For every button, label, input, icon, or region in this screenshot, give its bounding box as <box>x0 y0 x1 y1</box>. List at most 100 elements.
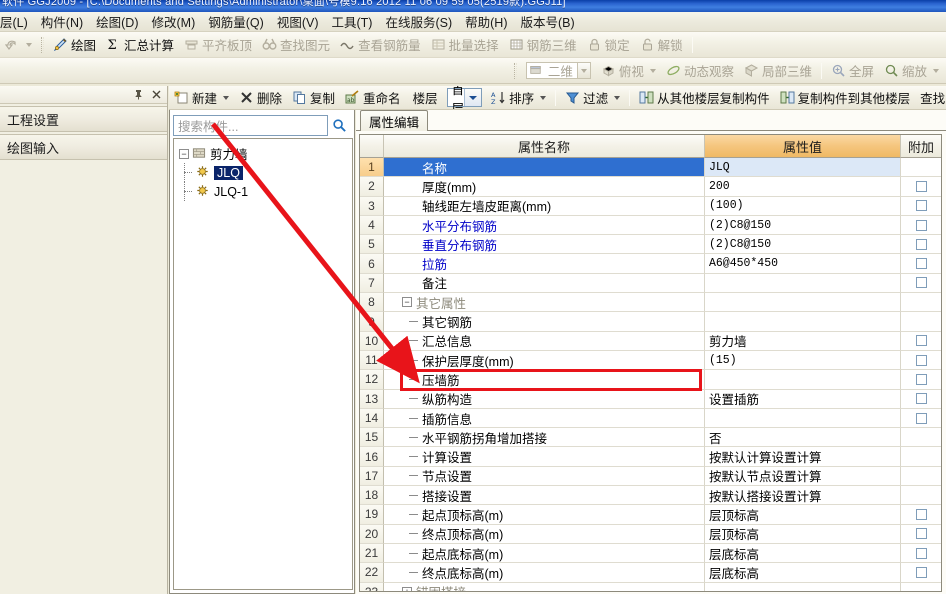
search-input[interactable]: 搜索构件... <box>173 114 328 136</box>
menu-item-2[interactable]: 绘图(D) <box>90 12 145 31</box>
property-row[interactable]: 11 保护层厚度(mm) (15) <box>360 350 941 371</box>
property-row-name-cell[interactable]: 其它钢筋 <box>384 312 705 332</box>
property-row[interactable]: 8− 其它属性 <box>360 293 941 313</box>
menu-item-1[interactable]: 构件(N) <box>35 12 90 31</box>
property-row-name-cell[interactable]: 计算设置 <box>384 447 705 467</box>
property-row-value-cell[interactable]: (2)C8@150 <box>705 235 901 255</box>
property-row-value-cell[interactable]: JLQ <box>705 158 901 178</box>
property-row-value-cell[interactable]: 200 <box>705 177 901 197</box>
property-row[interactable]: 10 汇总信息 剪力墙 <box>360 331 941 351</box>
component-new-button[interactable]: 新建 <box>169 86 234 109</box>
property-row[interactable]: 12 压墙筋 <box>360 370 941 390</box>
menu-item-5[interactable]: 视图(V) <box>271 12 326 31</box>
toolbar-item-partial-3d[interactable]: 局部三维 <box>739 59 817 82</box>
property-row[interactable]: 13 纵筋构造 设置插筋 <box>360 389 941 409</box>
toolbar-item-align-slab-top[interactable]: 平齐板顶 <box>179 33 257 56</box>
menu-item-4[interactable]: 钢筋量(Q) <box>202 12 271 31</box>
attach-checkbox[interactable] <box>915 238 927 250</box>
property-row-name-cell[interactable]: 轴线距左墙皮距离(mm) <box>384 196 705 216</box>
view-2d-dropdown-button[interactable] <box>576 63 590 78</box>
collapse-expander-icon[interactable]: − <box>402 297 412 308</box>
close-icon[interactable] <box>150 89 162 101</box>
toolbar-item-find-element[interactable]: 查找图元 <box>257 33 335 56</box>
menu-item-7[interactable]: 在线服务(S) <box>379 12 459 31</box>
property-row[interactable]: 18 搭接设置 按默认搭接设置计算 <box>360 486 941 506</box>
property-row[interactable]: 9 其它钢筋 <box>360 312 941 332</box>
attach-checkbox[interactable] <box>915 508 927 520</box>
property-row-name-cell[interactable]: − 其它属性 <box>384 293 705 313</box>
tree-expander-icon[interactable]: − <box>179 148 189 159</box>
menu-item-6[interactable]: 工具(T) <box>325 12 379 31</box>
attach-checkbox[interactable] <box>915 277 927 289</box>
pin-icon[interactable] <box>132 89 144 101</box>
left-dock-button-drawing-input[interactable]: 绘图输入 <box>0 134 167 160</box>
floor-select[interactable]: 首层 <box>446 86 483 109</box>
sort-button[interactable]: A Z 排序 <box>486 86 551 109</box>
property-row[interactable]: 7 备注 <box>360 273 941 294</box>
property-row-value-cell[interactable] <box>705 582 901 591</box>
property-row-value-cell[interactable] <box>705 312 901 332</box>
property-row[interactable]: 16 计算设置 按默认计算设置计算 <box>360 447 941 467</box>
property-row-value-cell[interactable]: 层底标高 <box>705 543 901 564</box>
toolbar-item-rebar-3d[interactable]: 钢筋三维 <box>504 33 582 56</box>
attach-checkbox[interactable] <box>915 200 927 212</box>
attach-checkbox[interactable] <box>915 219 927 231</box>
property-row-value-cell[interactable]: (15) <box>705 350 901 371</box>
view-2d-combo[interactable]: 二维 <box>525 62 591 79</box>
toolbar-item-batch-select[interactable]: 批量选择 <box>426 33 504 56</box>
property-row-value-cell[interactable]: 按默认节点设置计算 <box>705 466 901 487</box>
menu-item-8[interactable]: 帮助(H) <box>459 12 514 31</box>
property-row-value-cell[interactable]: 否 <box>705 428 901 448</box>
property-row-name-cell[interactable]: 水平分布钢筋 <box>384 215 705 236</box>
property-row[interactable]: 23 + 锚固搭接 <box>360 582 941 591</box>
property-row-value-cell[interactable]: (2)C8@150 <box>705 215 901 236</box>
property-row[interactable]: 1 名称 JLQ <box>360 158 941 178</box>
attach-checkbox[interactable] <box>915 354 927 366</box>
property-row-value-cell[interactable]: 按默认搭接设置计算 <box>705 486 901 506</box>
property-row[interactable]: 3 轴线距左墙皮距离(mm) (100) <box>360 196 941 216</box>
toolbar-item-draw[interactable]: 绘图 <box>48 33 101 56</box>
toolbar-item-dynamic-observe[interactable]: 动态观察 <box>661 59 739 82</box>
tree-node-jlq[interactable]: JLQ <box>179 163 352 182</box>
attach-checkbox[interactable] <box>915 180 927 192</box>
attach-checkbox[interactable] <box>915 335 927 347</box>
search-button[interactable] <box>328 115 350 136</box>
component-delete-button[interactable]: 删除 <box>234 86 287 109</box>
property-row-name-cell[interactable]: 终点顶标高(m) <box>384 524 705 544</box>
property-row-name-cell[interactable]: 备注 <box>384 273 705 294</box>
attach-checkbox[interactable] <box>915 528 927 540</box>
property-row[interactable]: 6 拉筋 A6@450*450 <box>360 254 941 274</box>
component-copy-button[interactable]: 复制 <box>287 86 340 109</box>
property-row[interactable]: 14 插筋信息 <box>360 408 941 429</box>
property-row-value-cell[interactable]: A6@450*450 <box>705 254 901 274</box>
property-row-value-cell[interactable]: 层底标高 <box>705 563 901 583</box>
filter-button[interactable]: 过滤 <box>560 86 625 109</box>
property-row-name-cell[interactable]: 保护层厚度(mm) <box>384 350 705 371</box>
property-row-value-cell[interactable]: 按默认计算设置计算 <box>705 447 901 467</box>
property-row-value-cell[interactable]: 剪力墙 <box>705 331 901 351</box>
view-toolbar-grip[interactable] <box>513 62 517 79</box>
property-row[interactable]: 17 节点设置 按默认节点设置计算 <box>360 466 941 487</box>
property-row[interactable]: 5 垂直分布钢筋 (2)C8@150 <box>360 235 941 255</box>
copy-to-other-floor-button[interactable]: 复制构件到其他楼层 <box>775 86 916 109</box>
property-row[interactable]: 19 起点顶标高(m) 层顶标高 <box>360 505 941 525</box>
property-row-value-cell[interactable] <box>705 273 901 294</box>
property-row[interactable]: 15 水平钢筋拐角增加搭接 否 <box>360 428 941 448</box>
toolbar-item-2d-view[interactable]: 二维 <box>521 60 596 81</box>
property-row-name-cell[interactable]: 压墙筋 <box>384 370 705 390</box>
property-row-name-cell[interactable]: 插筋信息 <box>384 408 705 429</box>
property-row-name-cell[interactable]: 垂直分布钢筋 <box>384 235 705 255</box>
property-row-name-cell[interactable]: 节点设置 <box>384 466 705 487</box>
property-row-value-cell[interactable] <box>705 370 901 390</box>
property-row-value-cell[interactable]: 层顶标高 <box>705 524 901 544</box>
attach-checkbox[interactable] <box>915 412 927 424</box>
property-row[interactable]: 21 起点底标高(m) 层底标高 <box>360 543 941 564</box>
attach-checkbox[interactable] <box>915 566 927 578</box>
property-row-value-cell[interactable] <box>705 408 901 429</box>
left-dock-button-project-settings[interactable]: 工程设置 <box>0 106 167 132</box>
attach-checkbox[interactable] <box>915 393 927 405</box>
toolbar-item-lock[interactable]: 锁定 <box>582 33 635 56</box>
property-row-name-cell[interactable]: 名称 <box>384 158 705 178</box>
tree-node-jlq-1[interactable]: JLQ-1 <box>179 182 352 201</box>
property-row-value-cell[interactable]: (100) <box>705 196 901 216</box>
